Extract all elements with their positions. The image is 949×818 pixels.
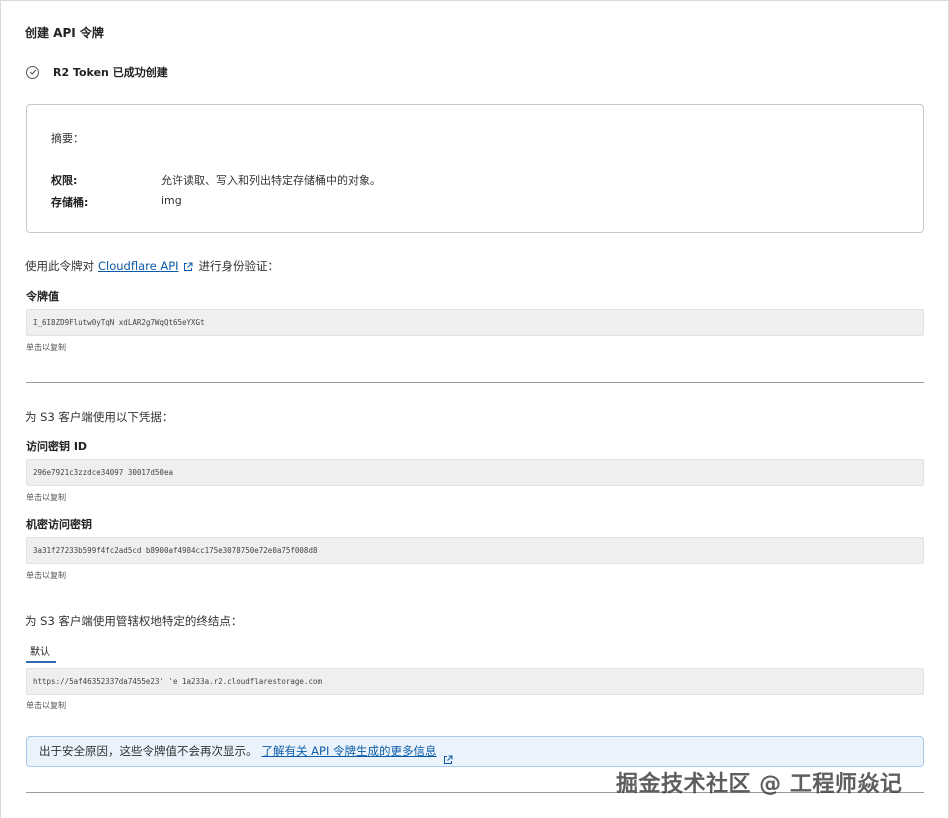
- secret-key-field[interactable]: 3a31f27233b599f4fc2ad5cd b8900af4984cc17…: [26, 537, 924, 564]
- security-notice: 出于安全原因，这些令牌值不会再次显示。 了解有关 API 令牌生成的更多信息: [26, 736, 924, 767]
- watermark: 掘金技术社区 @ 工程师焱记: [616, 772, 903, 797]
- access-key-label: 访问密钥 ID: [26, 440, 88, 453]
- divider: [26, 382, 924, 383]
- success-text: R2 Token 已成功创建: [53, 66, 168, 79]
- s3-intro: 为 S3 客户端使用以下凭据：: [25, 410, 174, 424]
- bucket-label: 存储桶:: [51, 196, 89, 209]
- external-link-icon[interactable]: [443, 747, 453, 764]
- bucket-row: 存储桶: img: [51, 194, 182, 210]
- permission-value: 允许读取、写入和列出特定存储桶中的对象。: [161, 174, 381, 187]
- page-title: 创建 API 令牌: [25, 26, 104, 40]
- secret-key-label: 机密访问密钥: [26, 518, 92, 531]
- permission-row: 权限: 允许读取、写入和列出特定存储桶中的对象。: [51, 172, 381, 188]
- auth-instructions: 使用此令牌对 Cloudflare API 进行身份验证：: [25, 258, 279, 274]
- check-circle-icon: [26, 65, 39, 79]
- bucket-value: img: [161, 194, 182, 207]
- token-copy-hint: 单击以复制: [26, 343, 66, 352]
- summary-title: 摘要：: [51, 132, 84, 145]
- auth-prefix: 使用此令牌对: [25, 259, 94, 273]
- external-link-icon[interactable]: [183, 261, 193, 271]
- cloudflare-api-link[interactable]: Cloudflare API: [98, 259, 179, 273]
- success-message: R2 Token 已成功创建: [26, 64, 168, 80]
- access-key-copy-hint: 单击以复制: [26, 493, 66, 502]
- secret-key-copy-hint: 单击以复制: [26, 571, 66, 580]
- notice-text: 出于安全原因，这些令牌值不会再次显示。: [39, 744, 258, 758]
- endpoint-copy-hint: 单击以复制: [26, 701, 66, 710]
- token-label: 令牌值: [26, 290, 59, 303]
- auth-suffix: 进行身份验证：: [198, 259, 280, 273]
- summary-panel: 摘要： 权限: 允许读取、写入和列出特定存储桶中的对象。 存储桶: img: [26, 104, 924, 233]
- learn-more-link[interactable]: 了解有关 API 令牌生成的更多信息: [262, 737, 437, 766]
- permission-label: 权限:: [51, 174, 78, 187]
- access-key-field[interactable]: 296e7921c3zzdce34097 30017d50ea: [26, 459, 924, 486]
- endpoint-intro: 为 S3 客户端使用管辖权地特定的终结点：: [25, 614, 243, 628]
- tab-default[interactable]: 默认: [26, 641, 56, 663]
- token-value-field[interactable]: I_6I8ZD9Flutw0yTqN xdLAR2g7WqQt65eYXGt: [26, 309, 924, 336]
- endpoint-field[interactable]: https://5af46352337da7455e23' 'e 1a233a.…: [26, 668, 924, 695]
